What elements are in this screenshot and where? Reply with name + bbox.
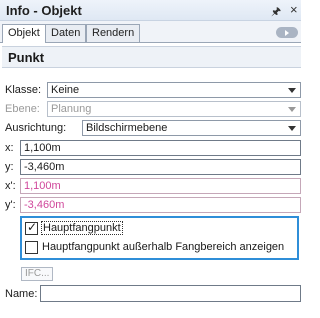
tab-daten[interactable]: Daten [45,24,87,42]
name-field[interactable] [40,285,301,302]
chevron-down-icon [288,126,296,131]
tab-rendern[interactable]: Rendern [86,24,141,42]
panel-title: Info - Objekt [6,3,82,18]
x-prime-label: x': [5,180,16,192]
tab-objekt[interactable]: Objekt [2,24,46,43]
y-prime-label: y': [5,199,16,211]
x-value: 1,100m [24,142,61,154]
tab-expand-toggle-icon[interactable] [276,27,298,38]
close-icon[interactable]: × [290,2,298,17]
section-header-punkt[interactable]: Punkt [2,46,301,68]
y-label: y: [5,161,14,173]
chevron-down-icon [288,88,296,93]
klasse-label: Klasse: [5,84,42,96]
y-value: -3,460m [24,161,65,173]
klasse-value: Keine [51,84,80,96]
ausrichtung-label: Ausrichtung: [5,122,67,134]
tab-bar: Objekt Daten Rendern [0,21,301,43]
name-label: Name: [5,288,38,300]
klasse-select[interactable]: Keine [47,82,301,98]
x-field[interactable]: 1,100m [20,140,301,156]
ausserhalb-checkbox[interactable] [25,241,38,254]
section-title: Punkt [8,50,45,65]
chevron-down-icon [288,107,296,112]
x-prime-value: 1,100m [24,180,61,192]
y-field[interactable]: -3,460m [20,159,301,175]
y-prime-value: -3,460m [24,199,65,211]
panel-titlebar: Info - Objekt 🖈︎ × [0,0,301,21]
ebene-select[interactable]: Planung [47,101,301,117]
hauptfangpunkt-label[interactable]: Hauptfangpunkt [41,221,123,235]
y-prime-field[interactable]: -3,460m [20,197,301,213]
hauptfangpunkt-checkbox[interactable]: ✓ [25,220,38,235]
ausserhalb-label[interactable]: Hauptfangpunkt außerhalb Fangbereich anz… [42,241,284,253]
ifc-button[interactable]: IFC... [21,267,54,281]
ebene-value: Planung [51,103,92,115]
checkmark-icon: ✓ [27,220,38,234]
ausrichtung-value: Bildschirmebene [86,122,168,134]
x-label: x: [5,142,14,154]
pin-icon[interactable]: 🖈︎ [271,3,281,22]
x-prime-field[interactable]: 1,100m [20,178,301,194]
ausrichtung-select[interactable]: Bildschirmebene [82,120,301,136]
ebene-label: Ebene: [5,103,40,115]
